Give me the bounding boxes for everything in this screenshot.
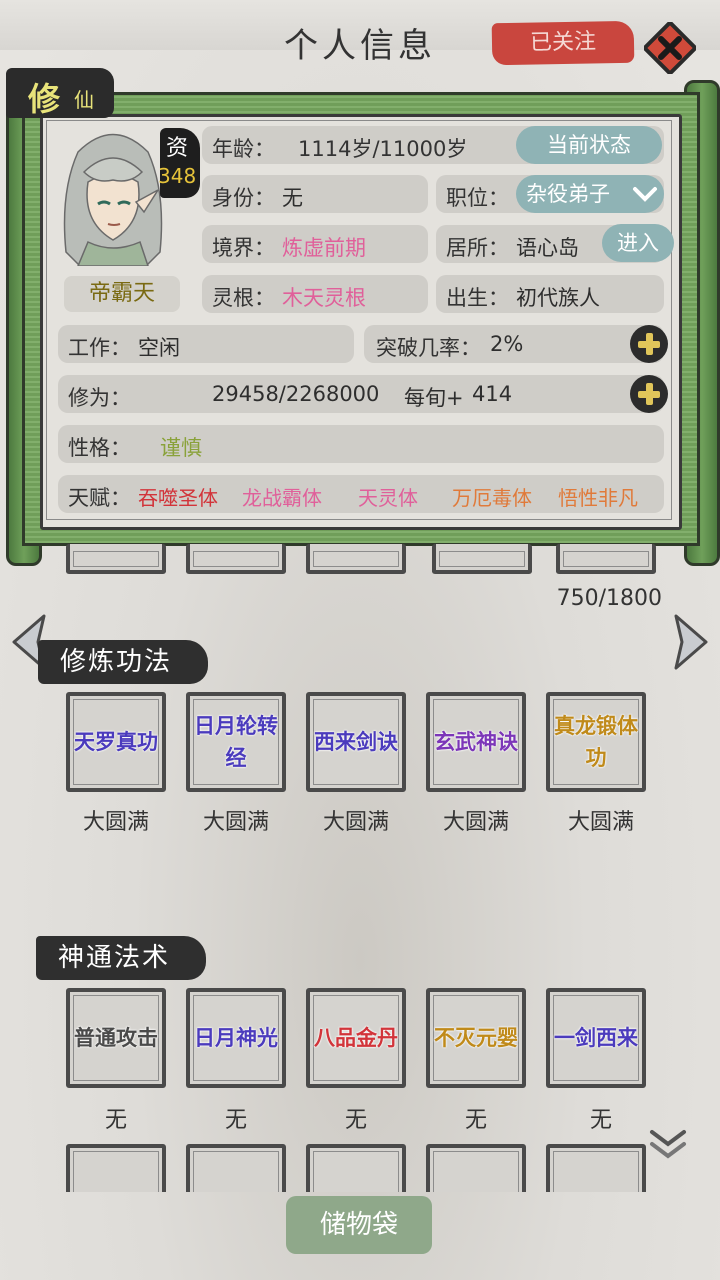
skill-level: 无: [104, 1108, 127, 1133]
technique-level: 大圆满: [82, 810, 149, 835]
technique-slot[interactable]: 天罗真功: [66, 692, 166, 792]
technique-name: 天罗真功: [74, 730, 158, 754]
skill-slot[interactable]: [306, 1144, 406, 1192]
skill-name: 日月神光: [194, 1026, 278, 1050]
talent-label: 天赋：: [68, 486, 131, 510]
cultivation-label: 修为：: [68, 386, 131, 410]
skill-name: 八品金丹: [314, 1026, 398, 1050]
technique-level: 大圆满: [567, 810, 634, 835]
breakthrough-label: 突破几率：: [376, 336, 481, 360]
work-value: 空闲: [138, 336, 180, 360]
skill-slot[interactable]: 八品金丹: [306, 988, 406, 1088]
talent-item[interactable]: 龙战霸体: [242, 482, 322, 511]
birth-value: 初代族人: [516, 286, 600, 310]
cultivation-plus-button[interactable]: [630, 375, 668, 413]
avatar[interactable]: [48, 122, 178, 266]
skill-slot[interactable]: 日月神光: [186, 988, 286, 1088]
technique-level: 大圆满: [322, 810, 389, 835]
enter-button[interactable]: 进入: [602, 224, 674, 262]
skill-name: 不灭元婴: [434, 1026, 518, 1050]
personality-value: 谨慎: [160, 436, 202, 460]
skills-title: 神通法术: [36, 936, 206, 980]
skill-name: 普通攻击: [74, 1026, 158, 1050]
identity-label: 身份：: [212, 186, 275, 210]
age-value: 1114岁/11000岁: [298, 137, 468, 161]
breakthrough-plus-button[interactable]: [630, 325, 668, 363]
techniques-title: 修炼功法: [38, 640, 208, 684]
work-label: 工作：: [68, 336, 131, 360]
close-button[interactable]: [641, 19, 699, 77]
skill-slot[interactable]: 一剑西来: [546, 988, 646, 1088]
storage-slot[interactable]: [556, 544, 656, 574]
technique-name: 玄武神诀: [434, 730, 518, 754]
skill-slot[interactable]: [66, 1144, 166, 1192]
storage-slot[interactable]: [306, 544, 406, 574]
spirit-root-value: 木天灵根: [282, 286, 366, 310]
storage-count: 750/1800: [556, 586, 662, 611]
cultivator-tag: 修 仙: [6, 68, 114, 118]
technique-level: 大圆满: [442, 810, 509, 835]
technique-name: 西来剑诀: [314, 730, 398, 754]
technique-slot[interactable]: 西来剑诀: [306, 692, 406, 792]
age-label: 年龄：: [212, 137, 275, 161]
current-status-button[interactable]: 当前状态: [516, 126, 662, 164]
close-icon: [641, 19, 699, 77]
realm-label: 境界：: [212, 236, 275, 260]
skill-level: 无: [464, 1108, 487, 1133]
aptitude-value: 348: [158, 164, 197, 188]
technique-name: 日月轮转经: [194, 714, 278, 770]
technique-slot[interactable]: 玄武神诀: [426, 692, 526, 792]
skill-slot[interactable]: [186, 1144, 286, 1192]
per-turn-label: 每旬+: [404, 386, 464, 410]
personality-label: 性格：: [68, 436, 131, 460]
technique-name: 真龙锻体功: [554, 714, 638, 770]
character-name: 帝霸天: [64, 276, 180, 312]
breakthrough-value: 2%: [490, 332, 524, 356]
technique-level: 大圆满: [202, 810, 269, 835]
tag-big: 修: [28, 80, 61, 118]
skill-row-clipped: [0, 1144, 720, 1192]
talent-item[interactable]: 悟性非凡: [558, 482, 638, 511]
per-turn-value: 414: [472, 382, 513, 406]
chevron-down-icon: [633, 187, 657, 202]
skill-level: 无: [224, 1108, 247, 1133]
storage-bag-button[interactable]: 储物袋: [286, 1196, 432, 1254]
realm-value: 炼虚前期: [282, 236, 366, 260]
personality-field: [58, 425, 664, 463]
follow-button[interactable]: 已关注: [491, 20, 635, 66]
technique-slot[interactable]: 真龙锻体功: [546, 692, 646, 792]
arrow-right-icon[interactable]: [670, 612, 712, 672]
spirit-root-label: 灵根：: [212, 286, 275, 310]
storage-slot[interactable]: [432, 544, 532, 574]
skill-slot[interactable]: [426, 1144, 526, 1192]
skill-name: 一剑西来: [554, 1026, 638, 1050]
skill-slot[interactable]: 不灭元婴: [426, 988, 526, 1088]
cultivation-value: 29458/2268000: [212, 382, 380, 406]
identity-value: 无: [282, 186, 303, 210]
tag-small: 仙: [74, 88, 94, 112]
position-value: 杂役弟子: [526, 182, 610, 206]
talent-item[interactable]: 万厄毒体: [452, 482, 532, 511]
residence-value: 语心岛: [516, 236, 579, 260]
birth-label: 出生：: [446, 286, 509, 310]
talent-item[interactable]: 天灵体: [358, 482, 418, 511]
talent-item[interactable]: 吞噬圣体: [138, 482, 218, 511]
skill-slot[interactable]: 普通攻击: [66, 988, 166, 1088]
storage-slot[interactable]: [186, 544, 286, 574]
residence-label: 居所：: [446, 236, 509, 260]
skill-level: 无: [344, 1108, 367, 1133]
aptitude-label: 资: [166, 136, 189, 161]
skill-level: 无: [589, 1108, 612, 1133]
storage-slot[interactable]: [66, 544, 166, 574]
technique-slot[interactable]: 日月轮转经: [186, 692, 286, 792]
skill-slot[interactable]: [546, 1144, 646, 1192]
position-label: 职位：: [446, 186, 509, 210]
